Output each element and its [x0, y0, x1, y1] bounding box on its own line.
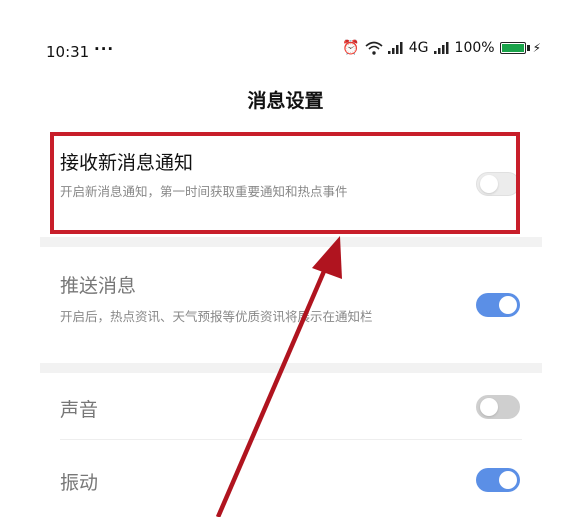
pointer-arrow: [215, 236, 342, 517]
